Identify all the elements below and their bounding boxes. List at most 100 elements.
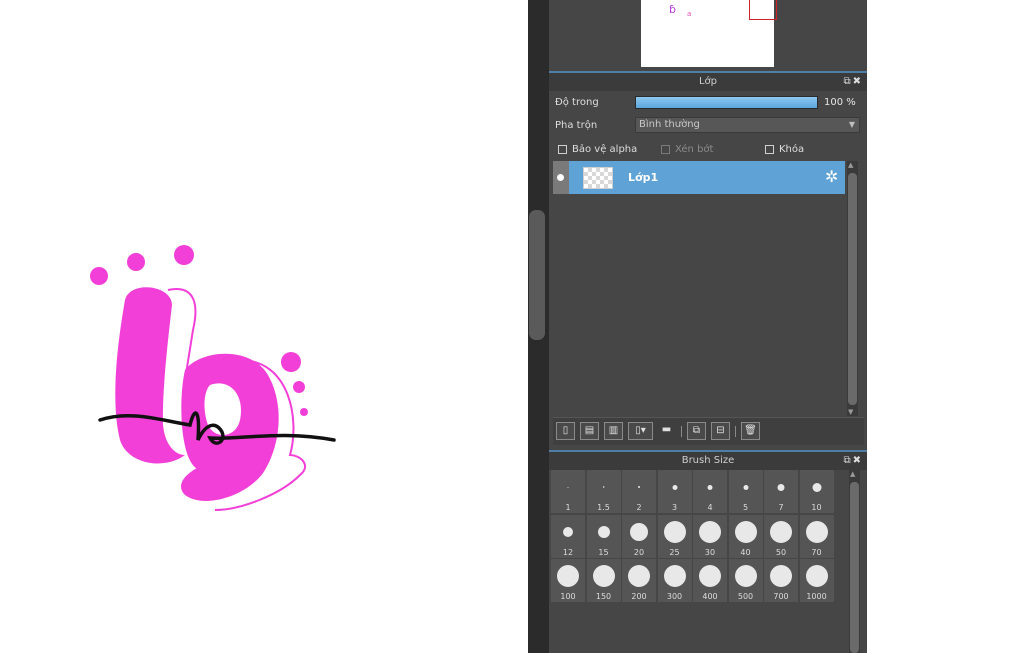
navigator-preview[interactable]: ɓ a <box>641 0 777 67</box>
alpha-protect-checkbox[interactable]: Bảo vệ alpha <box>558 144 637 155</box>
layer-toolbar: ▯ ▤ ▥ ▯▾ ▬ ⧉ ⊟ 🗑 <box>553 417 864 445</box>
brush-size-option[interactable]: 7 <box>764 470 798 513</box>
layer-panel-header: Lớp ⧉✖ <box>549 71 867 91</box>
brush-size-label: 5 <box>742 503 749 512</box>
brush-size-option[interactable]: 40 <box>728 514 763 558</box>
artwork-dot <box>293 381 305 393</box>
scroll-down-icon[interactable]: ▼ <box>848 408 853 416</box>
brush-size-option[interactable]: 200 <box>622 559 656 602</box>
brush-dot-icon <box>734 565 757 587</box>
layer-row[interactable]: Lớp1 ✲ <box>553 161 845 194</box>
new-8bit-layer-icon[interactable]: ▥ <box>604 422 623 440</box>
brush-size-option[interactable]: 50 <box>764 514 798 558</box>
brush-size-label: 300 <box>666 592 683 601</box>
delete-layer-icon[interactable]: 🗑 <box>741 422 760 440</box>
layer-list-scrollbar[interactable]: ▲ ▼ <box>847 161 858 416</box>
brush-size-option[interactable]: 30 <box>693 514 727 558</box>
artwork-dot <box>127 253 145 271</box>
lock-label: Khóa <box>779 144 805 155</box>
brush-size-option[interactable]: 700 <box>764 559 798 602</box>
brush-size-option[interactable]: 70 <box>799 514 834 558</box>
brush-size-option[interactable]: 100 <box>551 559 585 602</box>
scrollbar-thumb[interactable] <box>848 173 857 405</box>
dock-scrollbar[interactable] <box>529 210 545 340</box>
checkbox-box <box>765 145 774 154</box>
popout-icon[interactable]: ⧉ <box>843 455 852 466</box>
side-panel: ɓ a Lớp ⧉✖ Độ trong 100 % Pha trộn Bình … <box>549 0 867 653</box>
brush-size-option[interactable]: 1 <box>551 470 585 513</box>
navigator-panel: ɓ a <box>549 0 867 68</box>
brush-dot-icon <box>592 565 615 587</box>
lock-checkbox[interactable]: Khóa <box>765 144 804 155</box>
layer-panel-title: Lớp <box>698 76 718 87</box>
brush-size-label: 4 <box>707 503 713 512</box>
close-icon[interactable]: ✖ <box>853 455 863 466</box>
add-layer-menu-icon[interactable]: ▯▾ <box>628 422 653 440</box>
blend-mode-select[interactable]: Bình thường ▼ <box>635 117 860 133</box>
brush-size-option[interactable]: 10 <box>799 470 834 513</box>
brush-size-label: 1000 <box>806 592 827 601</box>
brush-dot-icon <box>563 526 573 537</box>
brush-size-label: 2 <box>636 503 642 512</box>
brush-dot-icon <box>743 484 748 490</box>
brush-size-option[interactable]: 25 <box>657 514 692 558</box>
brush-size-option[interactable]: 300 <box>657 559 692 602</box>
new-halftone-layer-icon[interactable]: ▤ <box>580 422 599 440</box>
brush-size-label: 3 <box>671 503 678 512</box>
drawing-canvas[interactable] <box>0 0 528 653</box>
brush-size-option[interactable]: 20 <box>622 514 656 558</box>
opacity-slider-fill <box>636 97 817 108</box>
scrollbar-thumb[interactable] <box>850 482 859 653</box>
brush-size-option[interactable]: 2 <box>622 470 656 513</box>
brush-size-label: 7 <box>778 503 784 512</box>
brush-size-label: 500 <box>737 592 754 601</box>
brush-size-label: 50 <box>775 547 787 557</box>
popout-icon[interactable]: ⧉ <box>843 76 852 87</box>
clipping-label: Xén bớt <box>675 144 714 155</box>
scroll-up-icon[interactable]: ▲ <box>850 470 855 478</box>
brush-size-option[interactable]: 3 <box>657 470 692 513</box>
brush-size-option[interactable]: 15 <box>586 514 621 558</box>
navigator-view-box[interactable] <box>749 0 777 20</box>
new-folder-icon[interactable]: ▬ <box>657 422 676 440</box>
brush-size-option[interactable]: 150 <box>586 559 621 602</box>
close-icon[interactable]: ✖ <box>853 76 863 87</box>
brush-dot-icon <box>770 565 792 587</box>
layer-visibility-toggle[interactable] <box>553 161 569 194</box>
brush-size-label: 12 <box>562 547 574 557</box>
brush-dot-icon <box>805 520 828 543</box>
merge-layer-icon[interactable]: ⊟ <box>711 422 730 440</box>
brush-size-option[interactable]: 500 <box>728 559 763 602</box>
toolbar-divider <box>735 426 736 437</box>
brush-size-label: 10 <box>811 503 822 512</box>
brush-size-option[interactable]: 1000 <box>799 559 834 602</box>
toolbar-divider <box>681 426 682 437</box>
brush-dot-icon <box>628 565 650 587</box>
brush-panel-header: Brush Size ⧉✖ <box>549 450 867 470</box>
brush-size-label: 20 <box>633 547 645 557</box>
scroll-up-icon[interactable]: ▲ <box>848 161 853 169</box>
svg-text:a: a <box>687 10 691 18</box>
brush-size-option[interactable]: 12 <box>551 514 585 558</box>
duplicate-layer-icon[interactable]: ⧉ <box>687 422 706 440</box>
brush-size-option[interactable]: 1.5 <box>586 470 621 513</box>
gear-icon[interactable]: ✲ <box>825 168 838 186</box>
brush-size-label: 150 <box>595 592 612 601</box>
brush-size-label: 200 <box>631 592 647 601</box>
brush-size-label: 15 <box>598 547 609 557</box>
new-layer-icon[interactable]: ▯ <box>556 422 575 440</box>
brush-dot-icon <box>707 484 713 490</box>
opacity-label: Độ trong <box>555 97 599 108</box>
brush-size-option[interactable]: 4 <box>693 470 727 513</box>
artwork-dot <box>300 408 308 416</box>
artwork-letter-l <box>115 287 185 464</box>
checkbox-box <box>661 145 670 154</box>
brush-size-option[interactable]: 400 <box>693 559 727 602</box>
brush-size-label: 25 <box>669 547 680 557</box>
clipping-checkbox[interactable]: Xén bớt <box>661 144 713 155</box>
brush-size-grid: 1 1.5 2 3 4 5 7 10 12 15 20 25 30 40 50 70 100 150 200 300 4… <box>551 470 834 602</box>
brush-size-label: 400 <box>702 592 718 601</box>
brush-panel-scrollbar[interactable]: ▲ <box>849 470 860 653</box>
opacity-slider[interactable] <box>635 96 818 109</box>
brush-size-option[interactable]: 5 <box>728 470 763 513</box>
